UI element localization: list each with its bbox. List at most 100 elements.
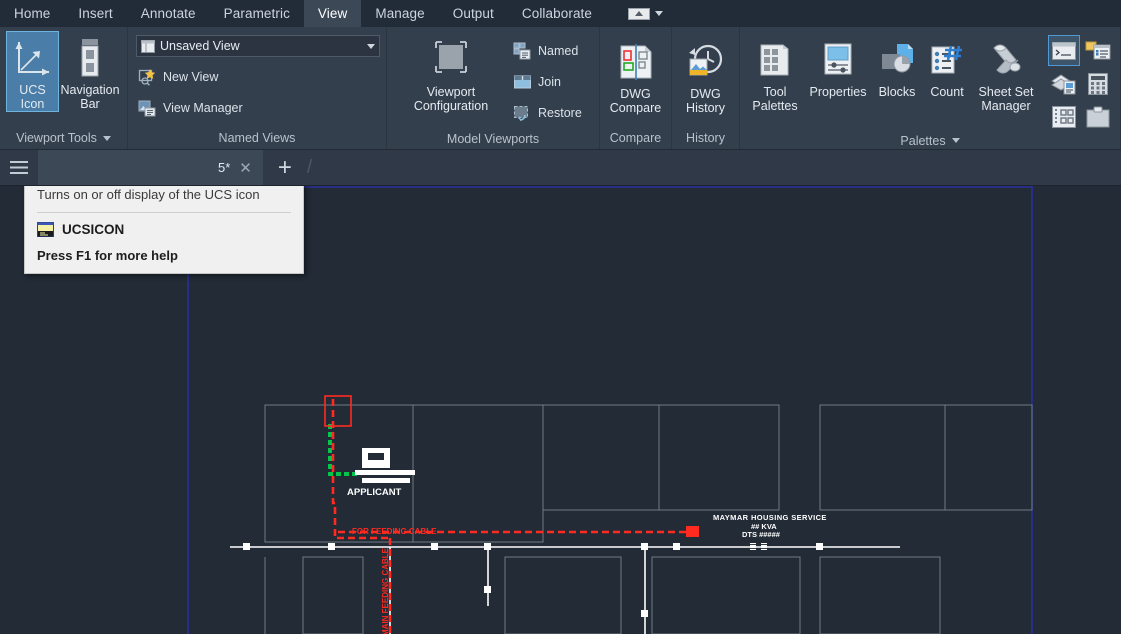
ribbon-tab-output[interactable]: Output [439, 0, 508, 27]
command-line-icon[interactable] [1048, 35, 1080, 66]
ribbon-minimize-control[interactable] [628, 0, 664, 27]
new-view-button[interactable]: New View [134, 61, 222, 92]
dwg-compare-label-1: DWG [620, 87, 651, 101]
panel-title-text: Compare [609, 131, 662, 145]
named-viewport-icon [513, 42, 532, 60]
blocks-label: Blocks [878, 85, 916, 99]
new-view-label: New View [163, 69, 219, 84]
ucs-axes-icon [13, 36, 53, 80]
named-view-combo[interactable]: Unsaved View [136, 35, 380, 57]
tab-divider: / [306, 156, 313, 178]
panel-title-compare: Compare [600, 127, 671, 149]
viewport-config-label-1: Viewport [426, 85, 476, 99]
count-button[interactable]: Count [922, 33, 972, 100]
tooltip-command: UCSICON [62, 222, 125, 237]
sheet-set-manager-button[interactable]: Sheet Set Manager [972, 33, 1040, 114]
maymar-dts-label: DTS ##### [742, 530, 781, 539]
ribbon-tab-collaborate[interactable]: Collaborate [508, 0, 606, 27]
tool-palettes-label-1: Tool [763, 85, 787, 99]
palette-small-icon-grid [1048, 35, 1114, 132]
panel-title-text: Model Viewports [446, 131, 540, 146]
restore-viewport-button[interactable]: Restore [509, 97, 586, 128]
panel-title-text: Named Views [218, 131, 296, 145]
join-viewport-icon [513, 73, 532, 91]
clipboard-icon[interactable] [1082, 101, 1114, 132]
panel-title-palettes[interactable]: Palettes [740, 132, 1120, 149]
viewport-config-icon [429, 38, 473, 82]
panel-title-text: History [686, 131, 725, 145]
join-viewport-label: Join [538, 74, 561, 89]
named-viewport-label: Named [538, 43, 579, 58]
ribbon-tab-annotate[interactable]: Annotate [127, 0, 210, 27]
count-label: Count [930, 85, 964, 99]
design-center-icon[interactable] [1082, 35, 1114, 66]
blocks-button[interactable]: Blocks [872, 33, 922, 100]
chevron-down-icon[interactable] [102, 135, 111, 141]
external-references-icon[interactable] [1048, 101, 1080, 132]
panel-title-named-views: Named Views [128, 127, 386, 149]
properties-button[interactable]: Properties [804, 33, 872, 100]
drawing-tab-label: 5* [218, 160, 231, 175]
panel-named-views: Unsaved View New View View Manager Named… [128, 27, 387, 149]
applicant-label: APPLICANT [347, 487, 402, 498]
ucs-icon-button[interactable]: UCS Icon [6, 31, 59, 112]
ribbon-tab-parametric[interactable]: Parametric [210, 0, 304, 27]
view-manager-icon [138, 99, 157, 117]
join-viewport-button[interactable]: Join [509, 66, 586, 97]
sheet-set-manager-icon [984, 38, 1028, 82]
ribbon-panel-bar: UCS Icon Navigation Bar Viewport Tools U… [0, 27, 1121, 150]
navigation-bar-label-2: Bar [80, 97, 100, 111]
view-manager-button[interactable]: View Manager [134, 92, 247, 123]
panel-palettes: Tool Palettes Properties Blocks Count Sh… [740, 27, 1121, 149]
tool-palettes-button[interactable]: Tool Palettes [746, 33, 804, 114]
dwg-compare-button[interactable]: DWG Compare [606, 35, 665, 116]
model-viewport-commands: Named Join Restore [509, 33, 586, 128]
panel-compare: DWG Compare Compare [600, 27, 672, 149]
maymar-name-label: MAYMAR HOUSING SERVICE [713, 513, 827, 522]
ucsicon-command-icon [37, 222, 54, 237]
ribbon-tab-view[interactable]: View [303, 0, 362, 27]
ribbon-state-icon [628, 7, 651, 20]
properties-icon [818, 38, 858, 82]
markup-set-manager-icon[interactable] [1048, 68, 1080, 99]
drawing-tab[interactable]: 5* ✕ [38, 150, 263, 185]
navigation-bar-button[interactable]: Navigation Bar [59, 31, 121, 112]
count-icon [927, 38, 967, 82]
view-manager-label: View Manager [163, 100, 243, 115]
named-view-combo-value: Unsaved View [160, 39, 240, 53]
ribbon-tab-insert[interactable]: Insert [64, 0, 126, 27]
restore-viewport-label: Restore [538, 105, 582, 120]
blocks-icon [877, 38, 917, 82]
tool-palettes-icon [755, 38, 795, 82]
panel-title-text: Viewport Tools [16, 131, 97, 145]
hamburger-menu-icon[interactable] [0, 150, 38, 185]
panel-title-text: Palettes [900, 133, 946, 148]
panel-title-history: History [672, 127, 739, 149]
viewport-configuration-button[interactable]: Viewport Configuration [393, 33, 509, 114]
ucs-icon-tooltip: UCS icon Turns on or off display of the … [24, 186, 304, 274]
dwg-history-button[interactable]: DWG History [678, 35, 733, 116]
panel-title-model-viewports: Model Viewports [387, 128, 599, 149]
ribbon-tab-home[interactable]: Home [0, 0, 64, 27]
dwg-compare-icon [615, 40, 657, 84]
tooltip-separator [37, 212, 291, 213]
drawing-canvas[interactable]: APPLICANT FOR FEEDING CABLE MAIN FEEDING… [0, 186, 1121, 634]
dwg-compare-label-2: Compare [609, 101, 662, 115]
dwg-history-label-1: DWG [690, 87, 721, 101]
sheet-set-label-2: Manager [981, 99, 1031, 113]
quick-calc-icon[interactable] [1082, 68, 1114, 99]
named-viewport-button[interactable]: Named [509, 35, 586, 66]
ribbon-tab-manage[interactable]: Manage [361, 0, 438, 27]
ucs-icon-label-1: UCS [19, 83, 46, 97]
close-icon[interactable]: ✕ [239, 159, 252, 177]
chevron-down-icon[interactable] [367, 43, 375, 49]
chevron-down-icon[interactable] [655, 11, 664, 16]
viewport-config-label-2: Configuration [413, 99, 489, 113]
tooltip-help-text: Press F1 for more help [37, 248, 178, 263]
chevron-down-icon[interactable] [951, 138, 960, 143]
navigation-bar-label-1: Navigation [60, 83, 120, 97]
panel-title-viewport-tools[interactable]: Viewport Tools [0, 127, 127, 149]
dwg-history-label-2: History [686, 101, 725, 115]
panel-history: DWG History History [672, 27, 740, 149]
new-drawing-tab-button[interactable]: + [263, 150, 307, 185]
